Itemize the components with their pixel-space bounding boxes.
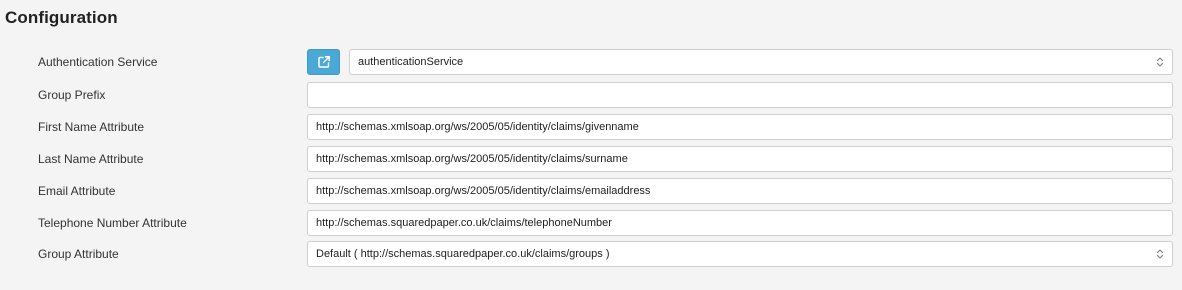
authentication-service-row: Authentication Service authenticationSer… [0,49,1182,75]
authentication-service-selected-value: authenticationService [358,56,464,68]
group-attribute-selected-value: Default ( http://schemas.squaredpaper.co… [316,248,610,260]
telephone-number-attribute-label: Telephone Number Attribute [38,216,187,230]
open-authentication-service-button[interactable] [307,49,340,75]
external-link-icon [317,56,330,68]
group-prefix-input[interactable] [307,82,1173,108]
group-attribute-select[interactable]: Default ( http://schemas.squaredpaper.co… [307,241,1173,267]
first-name-attribute-label: First Name Attribute [38,120,145,134]
group-attribute-label: Group Attribute [38,247,119,261]
chevron-up-down-icon [1156,57,1164,67]
email-attribute-label: Email Attribute [38,184,116,198]
last-name-attribute-label: Last Name Attribute [38,152,144,166]
last-name-attribute-input[interactable]: http://schemas.xmlsoap.org/ws/2005/05/id… [307,146,1173,172]
authentication-service-label: Authentication Service [38,55,158,69]
telephone-number-attribute-row: Telephone Number Attribute http://schema… [0,210,1182,236]
telephone-number-attribute-input[interactable]: http://schemas.squaredpaper.co.uk/claims… [307,210,1173,236]
first-name-attribute-row: First Name Attribute http://schemas.xmls… [0,114,1182,140]
group-attribute-row: Group Attribute Default ( http://schemas… [0,241,1182,267]
last-name-attribute-row: Last Name Attribute http://schemas.xmlso… [0,146,1182,172]
authentication-service-select[interactable]: authenticationService [349,49,1173,75]
group-prefix-label: Group Prefix [38,88,106,102]
section-title: Configuration [5,8,118,27]
chevron-up-down-icon [1156,249,1164,259]
email-attribute-input[interactable]: http://schemas.xmlsoap.org/ws/2005/05/id… [307,178,1173,204]
group-prefix-row: Group Prefix [0,82,1182,108]
first-name-attribute-input[interactable]: http://schemas.xmlsoap.org/ws/2005/05/id… [307,114,1173,140]
email-attribute-row: Email Attribute http://schemas.xmlsoap.o… [0,178,1182,204]
configuration-panel: Configuration Authentication Service aut… [0,0,1182,290]
